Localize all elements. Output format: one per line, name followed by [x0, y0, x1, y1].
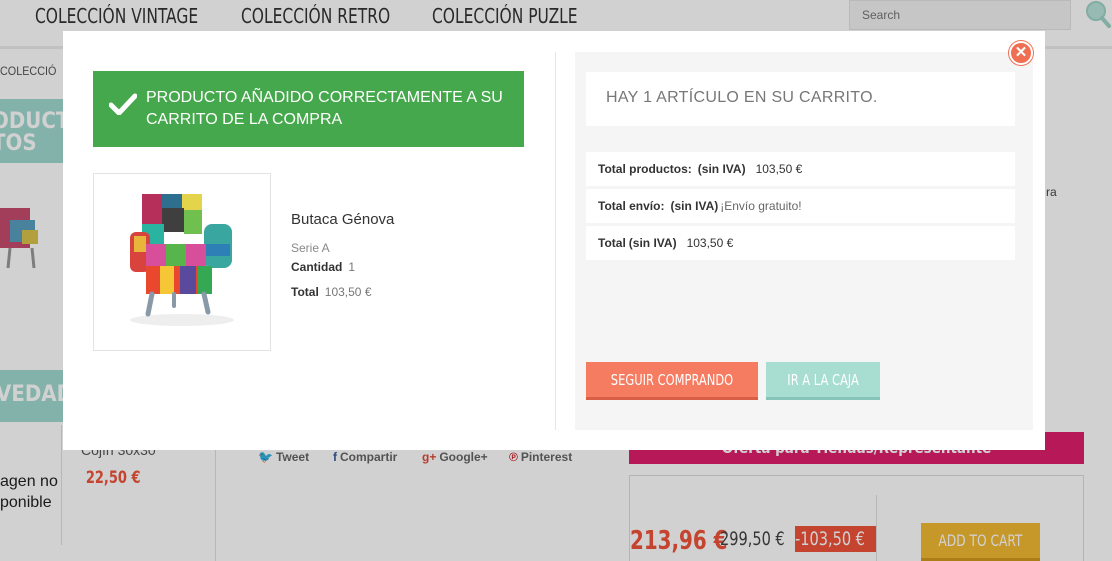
summary-total-label: Total — [598, 236, 626, 250]
summary-total-tax: (sin IVA) — [628, 236, 677, 250]
total-label: Total — [291, 285, 319, 299]
summary-total-value: 103,50 € — [686, 236, 734, 250]
summary-products-label: Total productos: — [598, 162, 692, 176]
summary-shipping-tax: (sin IVA) — [670, 199, 719, 213]
total-value: 103,50 € — [324, 285, 372, 299]
success-alert: Producto añadido correctamente a su carr… — [93, 71, 524, 147]
product-variant: Serie A — [291, 241, 330, 255]
product-total: Total 103,50 € — [291, 285, 372, 299]
cart-count-text: HAY 1 ARTÍCULO EN SU CARRITO. — [606, 89, 878, 106]
summary-shipping-value: ¡Envío gratuito! — [720, 199, 802, 213]
summary-products-tax: (sin IVA) — [697, 162, 746, 176]
product-image — [93, 173, 271, 351]
summary-products-value: 103,50 € — [755, 162, 803, 176]
modal-divider — [555, 52, 556, 430]
product-quantity: Cantidad 1 — [291, 260, 355, 274]
quantity-value: 1 — [348, 260, 356, 274]
continue-shopping-button[interactable]: SEGUIR COMPRANDO — [586, 362, 758, 400]
quantity-label: Cantidad — [291, 260, 343, 274]
close-icon: ✕ — [1014, 44, 1028, 61]
summary-shipping-row: Total envío: (sin IVA) ¡Envío gratuito! — [586, 189, 1015, 223]
check-icon — [109, 93, 137, 115]
checkout-button[interactable]: IR A LA CAJA — [766, 362, 880, 400]
success-message: Producto añadido correctamente a su carr… — [146, 89, 503, 128]
armchair-image — [130, 194, 234, 326]
summary-products-row: Total productos: (sin IVA) 103,50 € — [586, 152, 1015, 186]
product-name: Butaca Génova — [291, 211, 395, 228]
summary-total-row: Total (sin IVA) 103,50 € — [586, 226, 1015, 260]
close-button[interactable]: ✕ — [1009, 41, 1033, 65]
summary-shipping-label: Total envío: — [598, 199, 665, 213]
cart-count-box: HAY 1 ARTÍCULO EN SU CARRITO. — [586, 72, 1015, 126]
